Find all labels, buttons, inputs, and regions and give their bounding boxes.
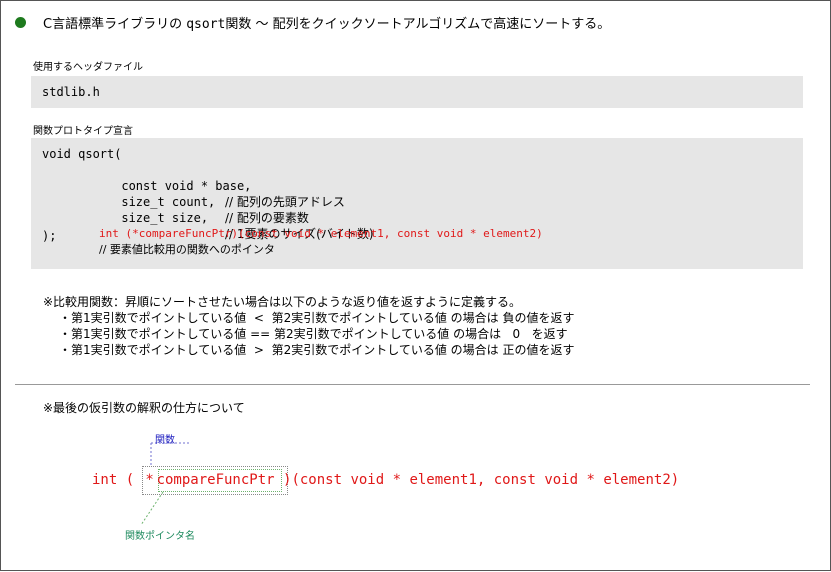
diagram-code-line: int ( * compareFuncPtr )(const void * ele… (92, 472, 679, 488)
diagram-code-star: * (145, 472, 154, 488)
annotation-function: 関数 (155, 435, 175, 446)
diagram-code-suffix: )(const void * element1, const void * el… (274, 472, 680, 488)
annotation-pointer-name: 関数ポインタ名 (125, 531, 195, 542)
document-frame: C言語標準ライブラリの qsort関数 ～ 配列をクイックソートアルゴリズムで高… (0, 0, 831, 571)
name-leader-line (140, 491, 164, 526)
diagram-code-prefix: int ( (92, 472, 143, 488)
diagram-code-name: compareFuncPtr (156, 472, 275, 488)
